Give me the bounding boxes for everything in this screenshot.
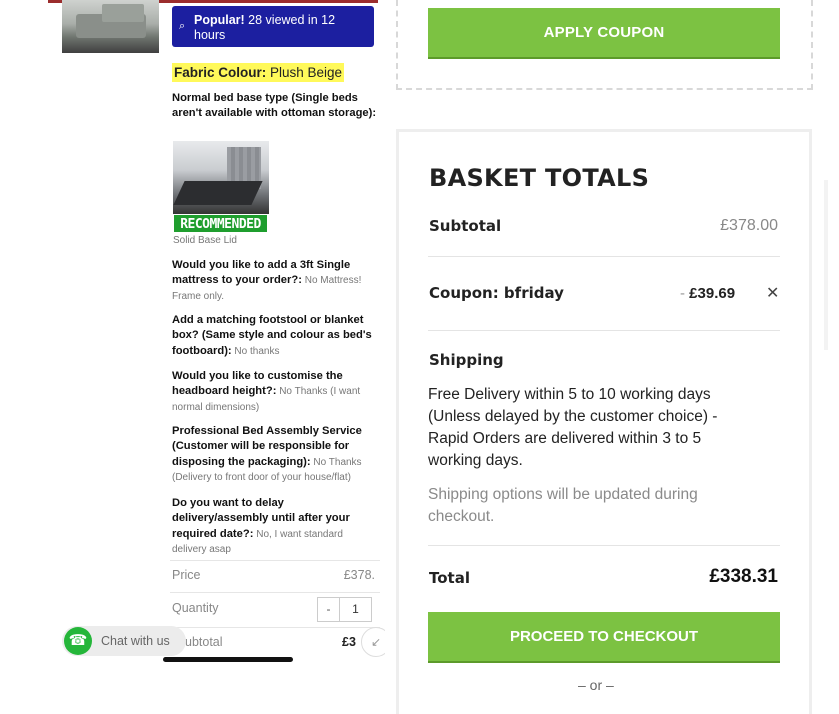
chat-button[interactable]: ☎ Chat with us <box>62 626 186 656</box>
divider <box>428 330 780 331</box>
fabric-value: Plush Beige <box>266 65 343 80</box>
option-delay: Do you want to delay delivery/assembly u… <box>172 497 350 555</box>
quantity-minus-button[interactable]: - <box>318 598 340 621</box>
quantity-stepper[interactable]: - 1 <box>317 597 372 622</box>
coupon-dash: - <box>680 285 690 302</box>
home-indicator <box>163 657 293 662</box>
shipping-text: Free Delivery within 5 to 10 working day… <box>428 386 718 469</box>
option-assembly: Professional Bed Assembly Service (Custo… <box>172 425 362 483</box>
shipping-note: Shipping options will be updated during … <box>428 486 698 525</box>
search-icon: ⌕ <box>179 20 186 32</box>
close-icon[interactable]: ✕ <box>766 283 779 303</box>
subtotal-label: ubtotal <box>185 635 223 649</box>
whatsapp-icon: ☎ <box>64 627 92 655</box>
divider <box>428 256 780 257</box>
subtotal-value: £378.00 <box>720 217 778 234</box>
or-separator: – or – <box>578 677 614 693</box>
divider <box>170 592 380 593</box>
scrollbar[interactable] <box>824 180 828 350</box>
page-edge <box>820 0 839 714</box>
option-footstool: Add a matching footstool or blanket box?… <box>172 314 372 357</box>
proceed-to-checkout-button[interactable]: PROCEED TO CHECKOUT <box>428 612 780 661</box>
option-mattress: Would you like to add a 3ft Single mattr… <box>172 259 362 302</box>
total-value: £338.31 <box>709 566 778 587</box>
divider <box>170 627 380 628</box>
subtotal-label: Subtotal <box>429 217 502 235</box>
quantity-label: Quantity <box>172 601 219 615</box>
fabric-colour: Fabric Colour: Plush Beige <box>172 63 345 82</box>
subtotal-value: £3 <box>342 635 356 649</box>
scroll-handle[interactable]: ↙ <box>361 627 385 657</box>
quantity-input[interactable]: 1 <box>340 598 371 621</box>
apply-coupon-button[interactable]: APPLY COUPON <box>428 8 780 57</box>
divider <box>428 545 780 546</box>
option-headboard: Would you like to customise the headboar… <box>172 370 361 413</box>
recommended-badge: RECOMMENDED <box>173 214 268 233</box>
base-type-question: Normal bed base type (Single beds aren't… <box>172 92 377 120</box>
popular-strong: Popular! <box>194 13 245 27</box>
product-options-panel: ⌕ Popular! 28 viewed in 12 hours Fabric … <box>0 0 385 714</box>
popular-badge: ⌕ Popular! 28 viewed in 12 hours <box>172 6 374 47</box>
coupon-value: £39.69 <box>689 285 736 302</box>
shipping-label: Shipping <box>429 351 504 369</box>
divider <box>170 560 380 561</box>
price-label: Price <box>172 568 201 582</box>
total-label: Total <box>429 569 470 587</box>
price-value: £378. <box>343 568 375 582</box>
chat-label: Chat with us <box>101 634 170 648</box>
price-row: Price £378. <box>172 568 377 582</box>
basket-totals-title: BASKET TOTALS <box>429 164 650 192</box>
bed-base-image[interactable] <box>173 141 269 214</box>
product-thumbnail[interactable] <box>62 0 159 53</box>
coupon-label: Coupon: bfriday <box>429 284 564 302</box>
fabric-label: Fabric Colour: <box>174 65 267 80</box>
base-choice: Solid Base Lid <box>173 235 237 246</box>
coupon-discount: - £39.69 <box>680 285 735 302</box>
